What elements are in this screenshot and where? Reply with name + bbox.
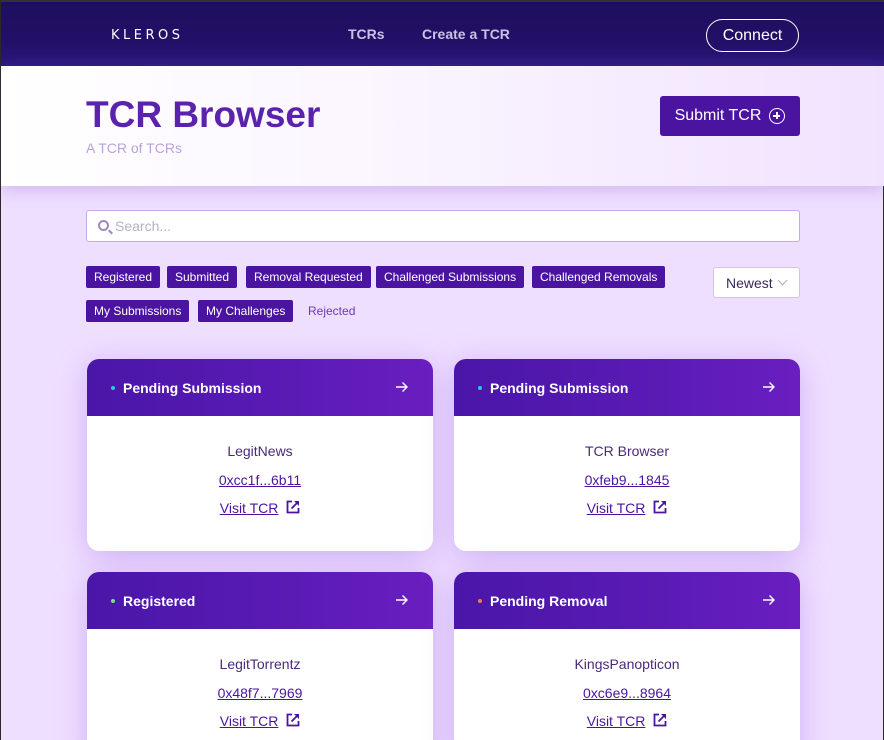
status-dot-icon [111, 599, 115, 603]
status-dot-icon [478, 599, 482, 603]
kleros-logo[interactable]: KLEROS [111, 28, 184, 43]
visit-tcr-label: Visit TCR [586, 713, 646, 729]
external-link-icon [286, 713, 300, 727]
filter-removal-requested[interactable]: Removal Requested [246, 266, 371, 288]
filter-my-submissions[interactable]: My Submissions [86, 300, 190, 322]
filter-submitted[interactable]: Submitted [167, 266, 238, 288]
submit-tcr-button[interactable]: Submit TCR [660, 96, 800, 136]
status-dot-icon [478, 386, 482, 390]
filter-challenged-submissions[interactable]: Challenged Submissions [376, 266, 525, 288]
top-navbar: KLEROS TCRs Create a TCR Connect [1, 0, 884, 66]
nav-link-tcrs[interactable]: TCRs [348, 26, 385, 42]
arrow-right-icon [396, 382, 408, 392]
tcr-address-link[interactable]: 0x48f7...7969 [87, 685, 433, 701]
tcr-card: Pending Removal KingsPanopticon 0xc6e9..… [454, 572, 800, 740]
tcr-name: LegitNews [227, 443, 293, 459]
tcr-name: TCR Browser [584, 443, 669, 459]
plus-circle-icon [769, 108, 786, 124]
tcr-card: Pending Submission TCR Browser 0xfeb9...… [454, 359, 800, 551]
filter-rejected[interactable]: Rejected [300, 300, 363, 322]
sort-select[interactable]: Newest [713, 267, 800, 298]
nav-link-create-tcr[interactable]: Create a TCR [422, 26, 510, 42]
visit-tcr-label: Visit TCR [219, 713, 279, 729]
search-bar [86, 210, 800, 242]
arrow-right-icon [763, 382, 775, 392]
submit-tcr-label: Submit TCR [674, 107, 762, 124]
tcr-address-link[interactable]: 0xfeb9...1845 [454, 472, 800, 488]
tcr-name: KingsPanopticon [574, 656, 680, 672]
visit-tcr-link[interactable]: Visit TCR [87, 500, 433, 516]
status-label: Pending Submission [123, 380, 262, 396]
search-input[interactable] [115, 216, 785, 236]
tcr-card-header[interactable]: Pending Submission [454, 359, 800, 416]
sort-selected-value: Newest [726, 274, 773, 291]
page-subtitle: A TCR of TCRs [86, 140, 182, 156]
visit-tcr-link[interactable]: Visit TCR [454, 713, 800, 729]
status-label: Pending Submission [490, 380, 629, 396]
page-title: TCR Browser [86, 94, 321, 135]
status-dot-icon [111, 386, 115, 390]
status-label: Registered [123, 593, 196, 609]
visit-tcr-link[interactable]: Visit TCR [454, 500, 800, 516]
tcr-name: LegitTorrentz [219, 656, 301, 672]
tcr-card-header[interactable]: Pending Submission [87, 359, 433, 416]
page-header: TCR Browser A TCR of TCRs Submit TCR [1, 66, 884, 186]
external-link-icon [653, 713, 667, 727]
tcr-card-header[interactable]: Registered [87, 572, 433, 629]
connect-button[interactable]: Connect [706, 19, 799, 52]
tcr-address-link[interactable]: 0xc6e9...8964 [454, 685, 800, 701]
visit-tcr-label: Visit TCR [219, 500, 279, 516]
filter-my-challenges[interactable]: My Challenges [198, 300, 294, 322]
visit-tcr-label: Visit TCR [586, 500, 646, 516]
arrow-right-icon [763, 595, 775, 605]
tcr-card-header[interactable]: Pending Removal [454, 572, 800, 629]
filter-registered[interactable]: Registered [86, 266, 161, 288]
tcr-card: Registered LegitTorrentz 0x48f7...7969 V… [87, 572, 433, 740]
external-link-icon [286, 500, 300, 514]
arrow-right-icon [396, 595, 408, 605]
filter-challenged-removals[interactable]: Challenged Removals [532, 266, 666, 288]
tcr-address-link[interactable]: 0xcc1f...6b11 [87, 472, 433, 488]
visit-tcr-link[interactable]: Visit TCR [87, 713, 433, 729]
tcr-card: Pending Submission LegitNews 0xcc1f...6b… [87, 359, 433, 551]
external-link-icon [653, 500, 667, 514]
chevron-down-icon [777, 275, 788, 286]
search-icon [98, 220, 109, 231]
status-label: Pending Removal [490, 593, 608, 609]
